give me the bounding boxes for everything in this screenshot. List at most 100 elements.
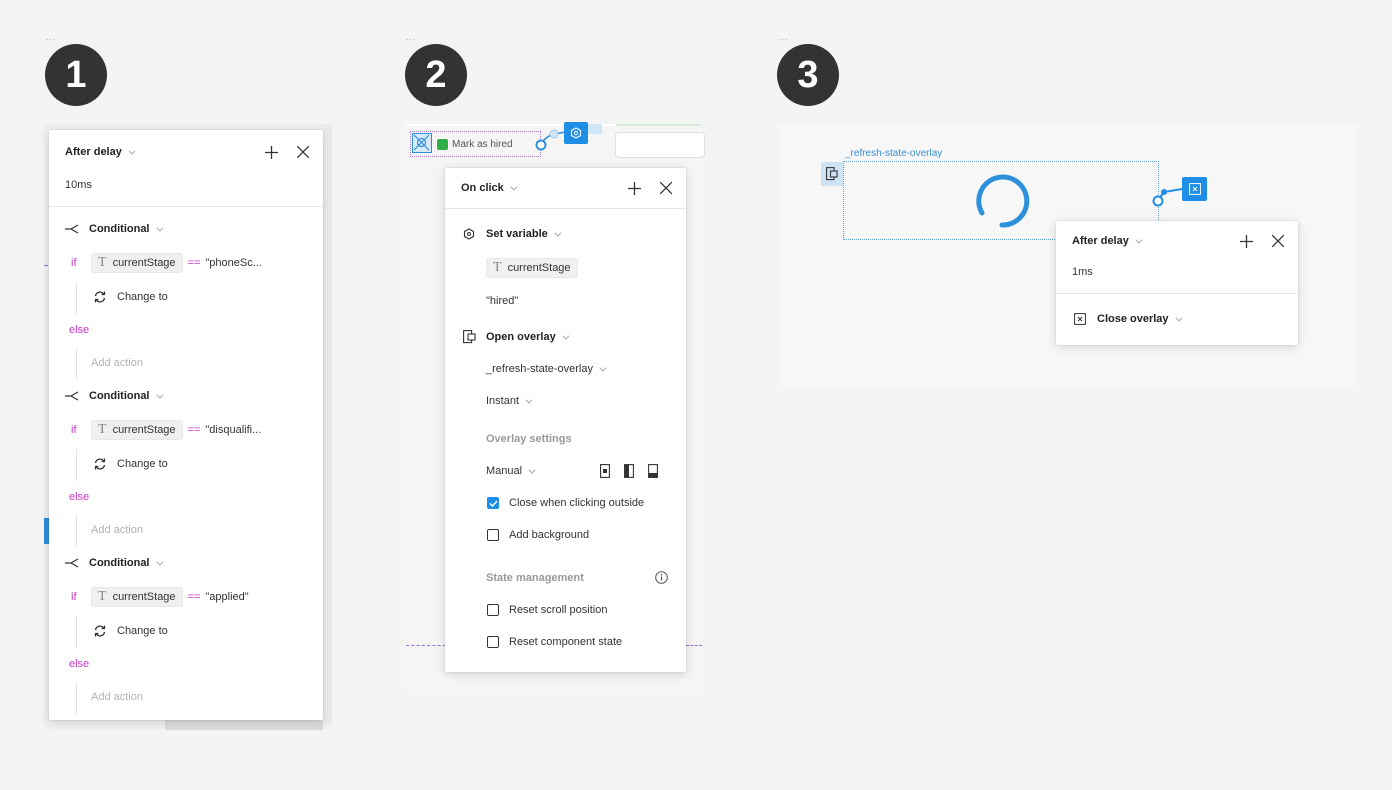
position-left-icon[interactable] bbox=[624, 464, 634, 478]
change-to-action[interactable]: Change to bbox=[93, 457, 168, 471]
branch-icon bbox=[65, 558, 79, 568]
change-to-action[interactable]: Change to bbox=[93, 290, 168, 304]
branch-line bbox=[76, 515, 77, 547]
branch-line bbox=[76, 616, 77, 648]
close-when-clicking-outside-checkbox[interactable]: Close when clicking outside bbox=[487, 497, 644, 509]
loading-spinner-icon bbox=[976, 174, 1030, 228]
check-icon bbox=[488, 499, 498, 507]
operator: == bbox=[187, 257, 201, 269]
mark-as-hired-label: Mark as hired bbox=[452, 139, 513, 150]
plus-icon bbox=[627, 181, 641, 195]
close-button[interactable] bbox=[295, 144, 311, 160]
position-bottom-icon[interactable] bbox=[648, 464, 658, 478]
add-background-checkbox[interactable]: Add background bbox=[487, 529, 589, 541]
branch-line bbox=[76, 682, 77, 714]
overlay-frame-badge bbox=[821, 162, 843, 186]
frame-name-label[interactable]: _refresh-state-overlay bbox=[845, 148, 942, 159]
variable-chip[interactable]: TcurrentStage bbox=[91, 420, 183, 440]
trigger-dropdown[interactable]: After delay bbox=[65, 146, 136, 158]
trigger-dropdown[interactable]: On click bbox=[461, 182, 518, 194]
close-overlay-icon bbox=[1188, 183, 1201, 195]
add-action-button[interactable]: Add action bbox=[91, 691, 143, 703]
chevron-down-icon bbox=[525, 396, 533, 404]
plus-icon bbox=[264, 145, 278, 159]
condition-value[interactable]: "disqualifi... bbox=[205, 424, 261, 436]
action-label: Change to bbox=[117, 291, 168, 303]
else-keyword: else bbox=[69, 491, 90, 503]
guide-line bbox=[406, 645, 446, 646]
conditional-block[interactable]: Conditional bbox=[65, 557, 163, 569]
trigger-label: After delay bbox=[65, 146, 122, 158]
position-dropdown[interactable]: Manual bbox=[486, 465, 536, 477]
variable-chip[interactable]: TcurrentStage bbox=[91, 587, 183, 607]
overlay-icon bbox=[826, 167, 838, 181]
condition-value[interactable]: "phoneSc... bbox=[205, 257, 262, 269]
frame-dots: ... bbox=[406, 32, 417, 42]
variable-chip[interactable]: TcurrentStage bbox=[91, 253, 183, 273]
chevron-down-icon bbox=[562, 332, 570, 340]
conditional-label: Conditional bbox=[89, 557, 150, 569]
close-button[interactable] bbox=[1270, 233, 1286, 249]
reset-component-state-checkbox[interactable]: Reset component state bbox=[487, 636, 622, 648]
set-variable-action[interactable]: Set variable bbox=[463, 228, 562, 240]
set-variable-node[interactable] bbox=[564, 122, 588, 144]
change-to-icon bbox=[94, 625, 106, 637]
variable-value[interactable]: "hired" bbox=[486, 295, 518, 307]
checkbox-checked[interactable] bbox=[487, 497, 499, 509]
delay-input[interactable]: 1ms bbox=[1056, 261, 1298, 283]
variable-select[interactable]: TcurrentStage bbox=[486, 258, 578, 278]
info-icon bbox=[655, 571, 668, 584]
close-overlay-action[interactable]: Close overlay bbox=[1074, 313, 1182, 325]
close-overlay-label: Close overlay bbox=[1097, 313, 1169, 325]
destination-dropdown[interactable]: _refresh-state-overlay bbox=[486, 363, 607, 375]
add-action-button[interactable] bbox=[1238, 233, 1254, 249]
position-center-icon[interactable] bbox=[600, 464, 610, 478]
interaction-panel-after-delay-overlay: After delay 1ms Close overlay bbox=[1056, 221, 1298, 345]
chevron-down-icon bbox=[528, 466, 536, 474]
animation-dropdown[interactable]: Instant bbox=[486, 395, 533, 407]
panel-header: After delay bbox=[49, 130, 323, 174]
open-overlay-action[interactable]: Open overlay bbox=[463, 330, 570, 344]
add-action-button[interactable] bbox=[263, 144, 279, 160]
divider bbox=[1056, 293, 1298, 294]
add-action-button[interactable]: Add action bbox=[91, 524, 143, 536]
branch-line bbox=[76, 348, 77, 380]
checkbox-unchecked[interactable] bbox=[487, 636, 499, 648]
checkbox-unchecked[interactable] bbox=[487, 529, 499, 541]
briefcase-icon bbox=[437, 139, 448, 150]
step-badge-2: 2 bbox=[405, 44, 467, 106]
delay-input[interactable]: 10ms bbox=[49, 174, 323, 196]
add-action-label: Add action bbox=[91, 357, 143, 369]
panel-header: On click bbox=[445, 168, 686, 208]
info-button[interactable] bbox=[655, 571, 668, 584]
reset-scroll-position-checkbox[interactable]: Reset scroll position bbox=[487, 604, 607, 616]
trigger-dropdown[interactable]: After delay bbox=[1072, 235, 1143, 247]
variable-name: currentStage bbox=[112, 424, 176, 436]
variable-value-text: "hired" bbox=[486, 295, 519, 307]
branch-icon bbox=[65, 391, 79, 401]
hexagon-icon bbox=[570, 127, 582, 139]
animation-label: Instant bbox=[486, 395, 520, 407]
condition-value[interactable]: "applied" bbox=[205, 591, 248, 603]
if-row[interactable]: if TcurrentStage == "applied" bbox=[71, 587, 249, 607]
chevron-down-icon bbox=[1174, 314, 1182, 322]
operator: == bbox=[187, 424, 201, 436]
variable-chip[interactable]: TcurrentStage bbox=[486, 258, 578, 278]
checkbox-label: Close when clicking outside bbox=[509, 497, 645, 509]
add-action-button[interactable]: Add action bbox=[91, 357, 143, 369]
branch-line bbox=[76, 449, 77, 481]
checkbox-unchecked[interactable] bbox=[487, 604, 499, 616]
if-row[interactable]: if TcurrentStage == "disqualifi... bbox=[71, 420, 261, 440]
close-button[interactable] bbox=[658, 180, 674, 196]
if-row[interactable]: if TcurrentStage == "phoneSc... bbox=[71, 253, 262, 273]
chevron-down-icon bbox=[510, 183, 518, 191]
variable-name: currentStage bbox=[507, 262, 571, 274]
chevron-down-icon bbox=[155, 558, 163, 566]
change-to-action[interactable]: Change to bbox=[93, 624, 168, 638]
conditional-block[interactable]: Conditional bbox=[65, 223, 163, 235]
frame-dots: ... bbox=[46, 32, 57, 42]
operator: == bbox=[187, 591, 201, 603]
add-action-button[interactable] bbox=[626, 180, 642, 196]
conditional-block[interactable]: Conditional bbox=[65, 390, 163, 402]
close-overlay-node[interactable] bbox=[1182, 177, 1207, 201]
